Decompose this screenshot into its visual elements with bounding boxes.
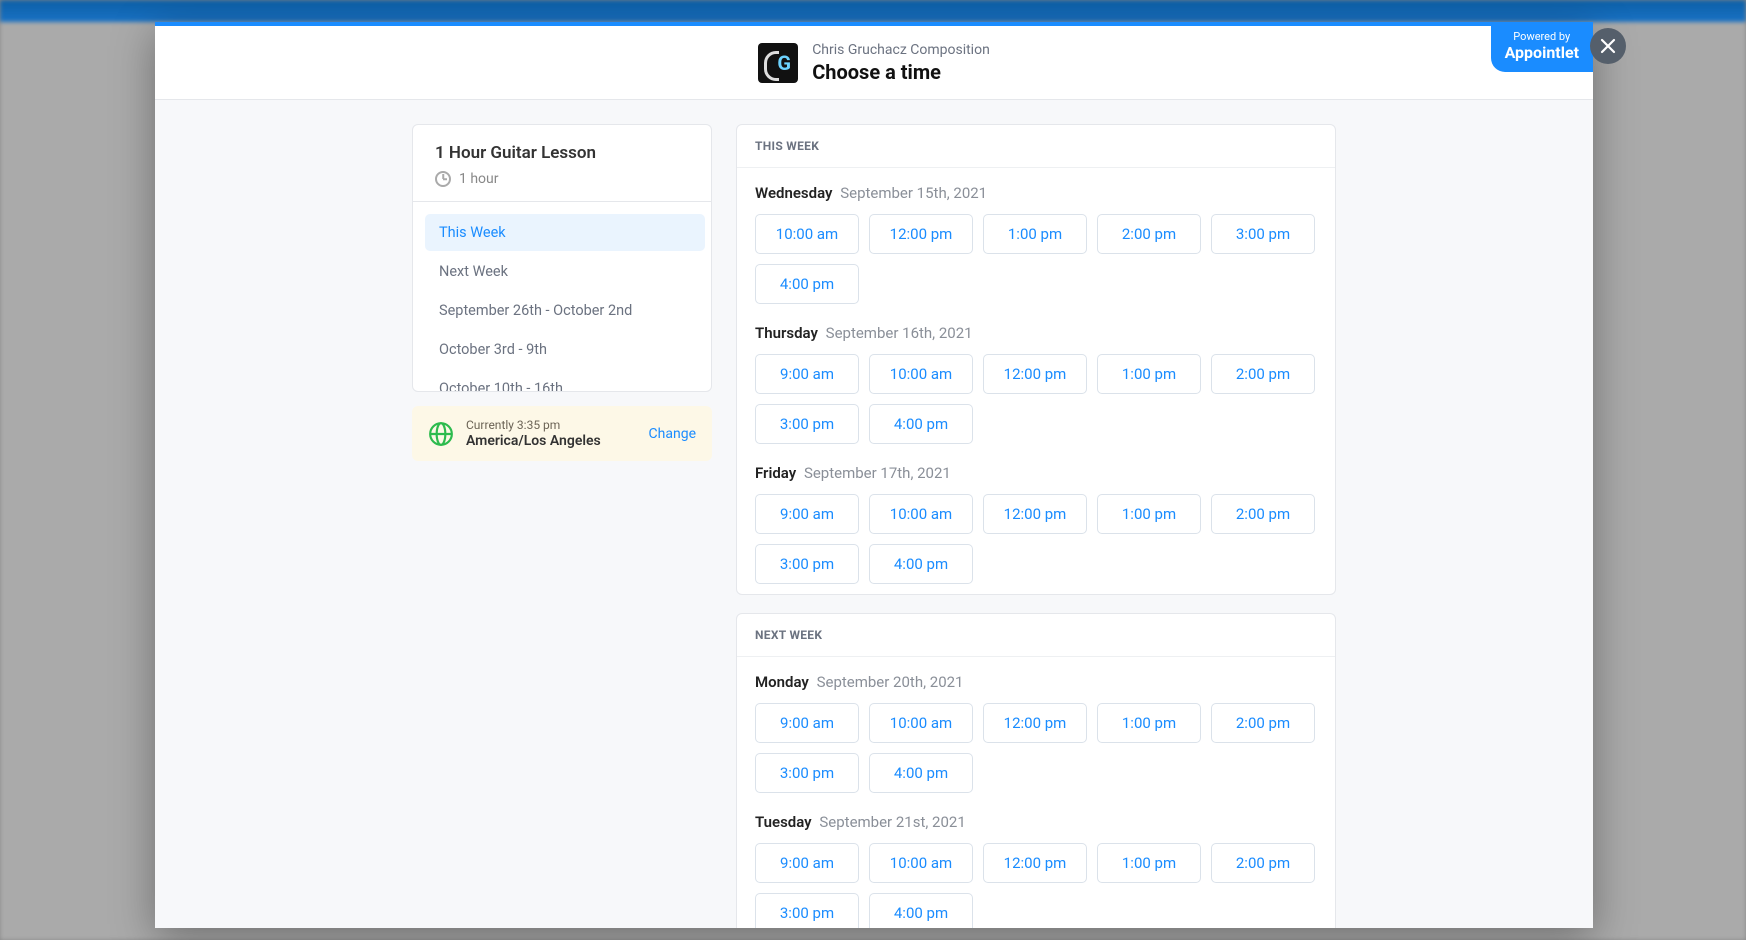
day-of-week: Thursday [755,324,818,342]
powered-by-badge[interactable]: Powered by Appointlet [1491,22,1593,72]
timezone-change-link[interactable]: Change [649,426,696,442]
time-slot-button[interactable]: 2:00 pm [1097,214,1201,254]
time-slot-button[interactable]: 12:00 pm [983,494,1087,534]
clock-icon [435,171,451,187]
day-label: Thursday September 16th, 2021 [755,324,1317,342]
day-date: September 21st, 2021 [819,813,965,831]
time-slot-button[interactable]: 10:00 am [869,494,973,534]
service-duration: 1 hour [435,171,689,187]
day-of-week: Monday [755,673,809,691]
week-range-item[interactable]: This Week [425,214,705,251]
time-slot-button[interactable]: 9:00 am [755,703,859,743]
week-range-item[interactable]: October 3rd - 9th [425,331,705,368]
week-range-item[interactable]: September 26th - October 2nd [425,292,705,329]
time-slot-button[interactable]: 10:00 am [869,354,973,394]
day-block: Tuesday September 21st, 2021 9:00 am10:00… [737,803,1335,928]
week-section: NEXT WEEK Monday September 20th, 2021 9:00… [736,613,1336,928]
time-slot-button[interactable]: 3:00 pm [755,893,859,928]
brand-logo: G [758,43,798,83]
service-duration-text: 1 hour [459,171,499,187]
time-slot-button[interactable]: 3:00 pm [1211,214,1315,254]
day-block: Friday September 17th, 2021 9:00 am10:00 … [737,454,1335,594]
time-slot-button[interactable]: 9:00 am [755,354,859,394]
time-slot-button[interactable]: 4:00 pm [869,544,973,584]
modal-header: G Chris Gruchacz Composition Choose a ti… [155,26,1593,100]
day-block: Monday September 20th, 2021 9:00 am10:00 … [737,657,1335,803]
time-slot-row: 9:00 am10:00 am12:00 pm1:00 pm2:00 pm 3:0… [755,354,1317,444]
modal-body[interactable]: 1 Hour Guitar Lesson 1 hour This WeekNex… [155,100,1593,928]
timezone-name: America/Los Angeles [466,433,637,449]
time-slot-row: 9:00 am10:00 am12:00 pm1:00 pm2:00 pm 3:0… [755,843,1317,928]
day-date: September 15th, 2021 [840,184,987,202]
time-slot-button[interactable]: 10:00 am [755,214,859,254]
time-slot-button[interactable]: 9:00 am [755,494,859,534]
time-slot-button[interactable]: 1:00 pm [1097,843,1201,883]
time-slot-button[interactable]: 4:00 pm [869,753,973,793]
brand-name: Chris Gruchacz Composition [812,42,990,58]
time-slot-row: 9:00 am10:00 am12:00 pm1:00 pm2:00 pm 3:0… [755,703,1317,793]
time-slot-button[interactable]: 2:00 pm [1211,703,1315,743]
service-card: 1 Hour Guitar Lesson 1 hour This WeekNex… [412,124,712,392]
week-section: THIS WEEK Wednesday September 15th, 2021 1… [736,124,1336,595]
time-slot-button[interactable]: 1:00 pm [1097,354,1201,394]
time-slot-button[interactable]: 9:00 am [755,843,859,883]
time-slot-button[interactable]: 10:00 am [869,703,973,743]
time-slot-button[interactable]: 3:00 pm [755,544,859,584]
page-title: Choose a time [812,60,990,84]
time-slot-button[interactable]: 4:00 pm [755,264,859,304]
time-slot-row: 9:00 am10:00 am12:00 pm1:00 pm2:00 pm 3:0… [755,494,1317,584]
day-block: Wednesday September 15th, 2021 10:00 am12… [737,168,1335,314]
booking-modal: G Chris Gruchacz Composition Choose a ti… [155,22,1593,928]
time-slot-button[interactable]: 12:00 pm [983,703,1087,743]
globe-icon [428,421,454,447]
time-slot-button[interactable]: 1:00 pm [983,214,1087,254]
day-label: Wednesday September 15th, 2021 [755,184,1317,202]
week-range-item[interactable]: Next Week [425,253,705,290]
day-date: September 17th, 2021 [804,464,951,482]
time-slot-button[interactable]: 1:00 pm [1097,494,1201,534]
day-date: September 20th, 2021 [817,673,964,691]
time-slot-button[interactable]: 2:00 pm [1211,354,1315,394]
time-slot-button[interactable]: 2:00 pm [1211,494,1315,534]
timezone-current-time: Currently 3:35 pm [466,418,637,432]
time-slot-button[interactable]: 3:00 pm [755,753,859,793]
time-slot-button[interactable]: 10:00 am [869,843,973,883]
sidebar: 1 Hour Guitar Lesson 1 hour This WeekNex… [412,124,712,461]
day-block: Thursday September 16th, 2021 9:00 am10:0… [737,314,1335,454]
timezone-box: Currently 3:35 pm America/Los Angeles Ch… [412,406,712,461]
week-range-item[interactable]: October 10th - 16th [425,370,705,391]
time-slot-button[interactable]: 12:00 pm [983,843,1087,883]
time-slot-button[interactable]: 1:00 pm [1097,703,1201,743]
time-slot-row: 10:00 am12:00 pm1:00 pm2:00 pm3:00 pm 4:0… [755,214,1317,304]
powered-by-brand: Appointlet [1505,43,1579,62]
day-label: Tuesday September 21st, 2021 [755,813,1317,831]
week-section-header: THIS WEEK [737,125,1335,168]
close-icon [1600,38,1616,54]
service-title: 1 Hour Guitar Lesson [435,143,689,163]
powered-by-small: Powered by [1513,30,1570,43]
close-button[interactable] [1590,28,1626,64]
time-slot-button[interactable]: 3:00 pm [755,404,859,444]
day-label: Friday September 17th, 2021 [755,464,1317,482]
time-slot-button[interactable]: 2:00 pm [1211,843,1315,883]
time-slot-button[interactable]: 12:00 pm [869,214,973,254]
time-slot-button[interactable]: 4:00 pm [869,404,973,444]
week-section-header: NEXT WEEK [737,614,1335,657]
day-date: September 16th, 2021 [826,324,973,342]
day-of-week: Tuesday [755,813,812,831]
time-slot-button[interactable]: 12:00 pm [983,354,1087,394]
day-label: Monday September 20th, 2021 [755,673,1317,691]
day-of-week: Wednesday [755,184,832,202]
time-slot-button[interactable]: 4:00 pm [869,893,973,928]
week-range-list[interactable]: This WeekNext WeekSeptember 26th - Octob… [413,201,711,391]
availability-column: THIS WEEK Wednesday September 15th, 2021 1… [736,124,1336,928]
day-of-week: Friday [755,464,796,482]
